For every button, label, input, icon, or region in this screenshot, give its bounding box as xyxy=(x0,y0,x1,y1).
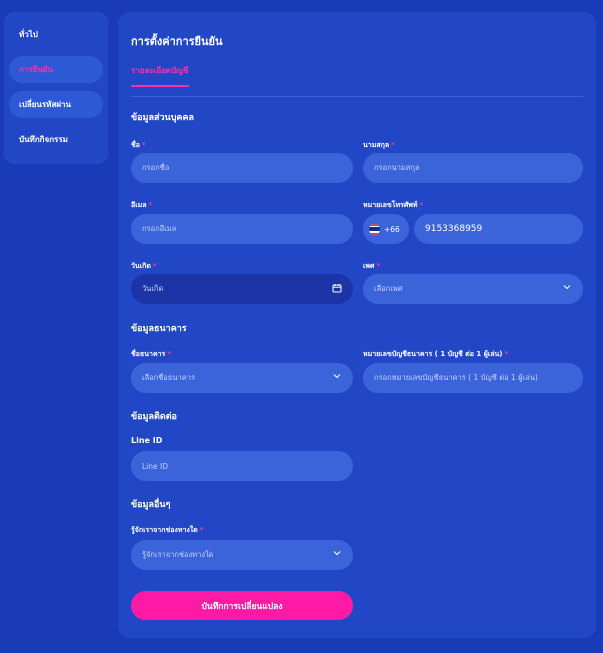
sidebar-item-label: บันทึกกิจกรรม xyxy=(19,135,68,144)
chevron-down-icon xyxy=(563,285,571,290)
account-number-label: หมายเลขบัญชีธนาคาร ( 1 บัญชี ต่อ 1 ผู้เล… xyxy=(363,350,509,358)
referral-source-select[interactable]: รู้จักเราจากช่องทางใด xyxy=(131,540,353,570)
phone-label: หมายเลขโทรศัพท์ * xyxy=(363,201,424,209)
account-number-input[interactable]: กรอกหมายเลขบัญชีธนาคาร ( 1 บัญชี ต่อ 1 ผ… xyxy=(363,363,583,393)
line-id-input[interactable]: Line ID xyxy=(131,451,353,481)
bank-name-placeholder: เลือกชื่อธนาคาร xyxy=(142,373,195,382)
birth-date-placeholder: วันเกิด xyxy=(142,284,164,293)
tab-account-details[interactable]: รายละเอียดบัญชี xyxy=(131,64,188,77)
email-input[interactable]: กรอกอีเมล xyxy=(131,214,353,244)
first-name-label: ชื่อ * xyxy=(131,141,146,149)
section-title-contact: ข้อมูลติดต่อ xyxy=(131,412,177,422)
section-title-personal: ข้อมูลส่วนบุคคล xyxy=(131,113,194,123)
page-title: การตั้งค่าการยืนยัน xyxy=(131,35,223,48)
section-title-bank: ข้อมูลธนาคาร xyxy=(131,324,187,334)
last-name-placeholder: กรอกนามสกุล xyxy=(374,163,420,172)
email-label: อีเมล * xyxy=(131,201,153,209)
calendar-icon[interactable] xyxy=(332,283,342,293)
phone-code: +66 xyxy=(384,224,400,234)
email-placeholder: กรอกอีเมล xyxy=(142,224,177,233)
chevron-down-icon xyxy=(333,374,341,379)
line-id-placeholder: Line ID xyxy=(142,461,169,471)
divider xyxy=(131,96,583,97)
bank-name-select[interactable]: เลือกชื่อธนาคาร xyxy=(131,363,353,393)
gender-label: เพศ * xyxy=(363,262,381,270)
first-name-input[interactable]: กรอกชื่อ xyxy=(131,153,353,183)
sidebar-item-general[interactable]: ทั่วไป xyxy=(9,21,103,48)
thailand-flag-icon xyxy=(369,223,380,235)
last-name-input[interactable]: กรอกนามสกุล xyxy=(363,153,583,183)
sidebar-item-verification[interactable]: การยืนยัน xyxy=(9,56,103,83)
first-name-placeholder: กรอกชื่อ xyxy=(142,163,170,172)
account-number-placeholder: กรอกหมายเลขบัญชีธนาคาร ( 1 บัญชี ต่อ 1 ผ… xyxy=(374,373,538,382)
sidebar-item-activity-log[interactable]: บันทึกกิจกรรม xyxy=(9,126,103,153)
section-title-other: ข้อมูลอื่นๆ xyxy=(131,500,171,510)
line-id-label: Line ID xyxy=(131,436,163,445)
last-name-label: นามสกุล * xyxy=(363,141,395,149)
gender-placeholder: เลือกเพศ xyxy=(374,284,403,293)
phone-input[interactable]: 9153368959 xyxy=(414,214,583,244)
sidebar-item-label: การยืนยัน xyxy=(19,65,53,74)
settings-panel: การตั้งค่าการยืนยัน รายละเอียดบัญชี ข้อม… xyxy=(118,12,596,638)
sidebar: ทั่วไป การยืนยัน เปลี่ยนรหัสผ่าน บันทึกก… xyxy=(4,12,108,164)
save-changes-button[interactable]: บันทึกการเปลี่ยนแปลง xyxy=(131,591,353,620)
birth-date-input[interactable]: วันเกิด xyxy=(131,274,353,304)
sidebar-item-change-password[interactable]: เปลี่ยนรหัสผ่าน xyxy=(9,91,103,118)
referral-source-placeholder: รู้จักเราจากช่องทางใด xyxy=(142,550,214,559)
birth-date-label: วันเกิด * xyxy=(131,262,157,270)
sidebar-item-label: ทั่วไป xyxy=(19,30,38,39)
gender-select[interactable]: เลือกเพศ xyxy=(363,274,583,304)
referral-source-label: รู้จักเราจากช่องทางใด * xyxy=(131,526,204,534)
sidebar-item-label: เปลี่ยนรหัสผ่าน xyxy=(19,100,71,109)
phone-country-select[interactable]: +66 xyxy=(363,214,409,244)
chevron-down-icon xyxy=(333,551,341,556)
phone-value: 9153368959 xyxy=(425,224,483,234)
bank-name-label: ชื่อธนาคาร * xyxy=(131,350,171,358)
tab-underline xyxy=(131,85,189,87)
